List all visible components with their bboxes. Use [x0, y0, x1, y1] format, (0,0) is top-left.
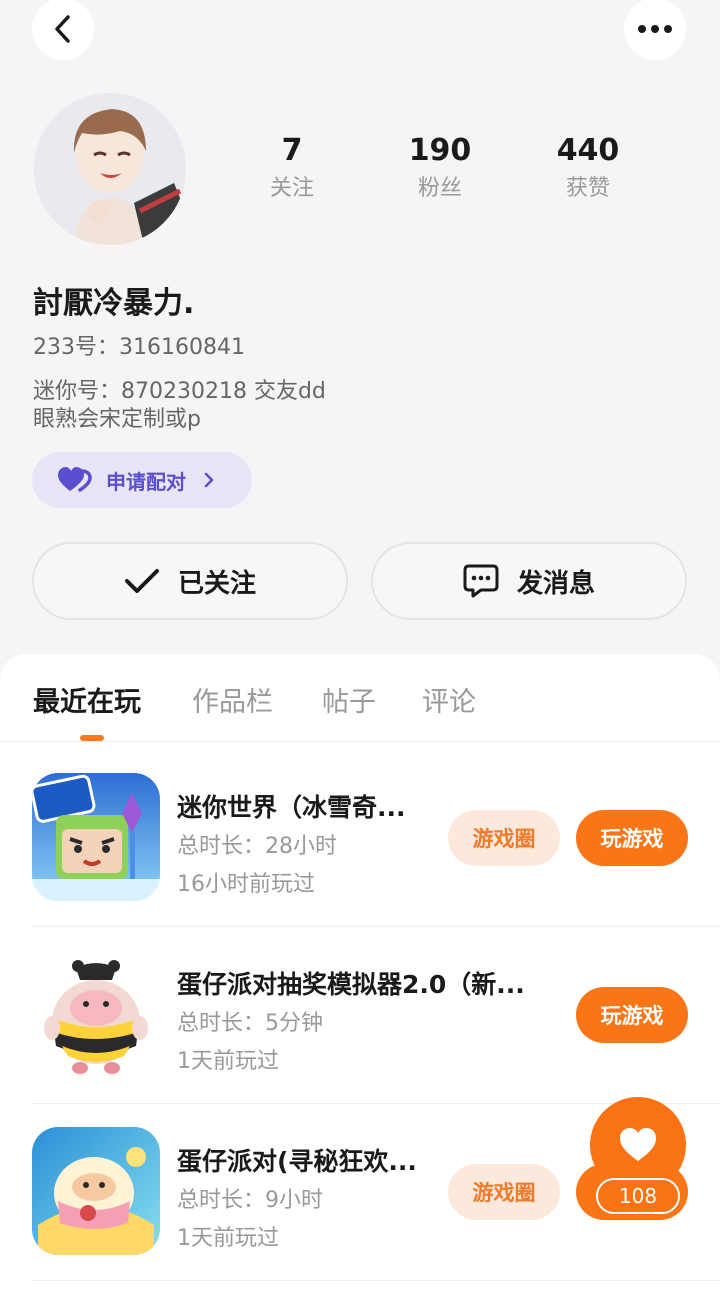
- check-icon: [124, 569, 159, 593]
- game-last-played: 1天前玩过: [177, 1226, 279, 1251]
- heart-icon: [620, 1128, 656, 1161]
- like-count: 108: [596, 1178, 680, 1214]
- game-last-played: 1天前玩过: [177, 1049, 279, 1074]
- pair-label: 申请配对: [106, 469, 186, 494]
- double-heart-icon: [58, 467, 92, 492]
- game-title: 蛋仔派对(寻秘狂欢...: [177, 1147, 417, 1176]
- stat-likes[interactable]: 440 获赞: [528, 133, 648, 203]
- game-duration: 总时长：28小时: [177, 834, 337, 859]
- game-duration: 总时长：9小时: [177, 1188, 323, 1213]
- game-title: 蛋仔派对抽奖模拟器2.0（新...: [177, 970, 525, 999]
- avatar-illustration: [34, 93, 186, 245]
- game-last-played: 16小时前玩过: [177, 872, 315, 897]
- followed-button[interactable]: 已关注: [32, 542, 348, 620]
- game-circle-button[interactable]: 游戏圈: [448, 1164, 560, 1220]
- nickname: 討厭冷暴力.: [33, 286, 195, 321]
- tab-recent-play[interactable]: 最近在玩: [33, 680, 141, 719]
- stat-label: 粉丝: [417, 176, 462, 201]
- more-dots-icon: [638, 25, 672, 33]
- game-circle-button[interactable]: 游戏圈: [448, 810, 560, 866]
- bio-line-1: 迷你号：870230218 交友dd: [33, 379, 326, 404]
- back-button[interactable]: [32, 0, 94, 60]
- game-icon-eggy-lottery[interactable]: [32, 950, 160, 1078]
- message-label: 发消息: [516, 568, 595, 599]
- game-title: 迷你世界（冰雪奇...: [177, 793, 406, 822]
- game-icon-miniworld[interactable]: [32, 773, 160, 901]
- message-button[interactable]: 发消息: [371, 542, 687, 620]
- more-button[interactable]: [624, 0, 686, 60]
- play-game-button[interactable]: 玩游戏: [576, 810, 688, 866]
- tab-posts[interactable]: 帖子: [322, 680, 376, 719]
- chevron-left-icon: [55, 15, 70, 43]
- stat-value: 190: [408, 133, 472, 168]
- row-divider: [32, 1280, 720, 1281]
- play-game-button[interactable]: 玩游戏: [576, 987, 688, 1043]
- tab-comments[interactable]: 评论: [422, 680, 476, 719]
- chevron-right-icon: [204, 472, 214, 488]
- followed-label: 已关注: [177, 568, 256, 599]
- stat-label: 获赞: [565, 176, 610, 201]
- stat-fans[interactable]: 190 粉丝: [380, 133, 500, 203]
- pair-request-button[interactable]: 申请配对: [32, 452, 252, 508]
- stat-value: 7: [281, 133, 303, 168]
- bio-line-2: 眼熟会宋定制或p: [33, 407, 201, 432]
- stat-following[interactable]: 7 关注: [232, 133, 352, 203]
- tab-works[interactable]: 作品栏: [192, 680, 273, 719]
- chat-bubble-icon: [463, 564, 499, 598]
- game-duration: 总时长：5分钟: [177, 1011, 323, 1036]
- user-id-233: 233号：316160841: [33, 335, 245, 360]
- game-icon-eggy-party[interactable]: [32, 1127, 160, 1255]
- stat-label: 关注: [269, 176, 314, 201]
- stat-value: 440: [556, 133, 620, 168]
- avatar[interactable]: [34, 93, 186, 245]
